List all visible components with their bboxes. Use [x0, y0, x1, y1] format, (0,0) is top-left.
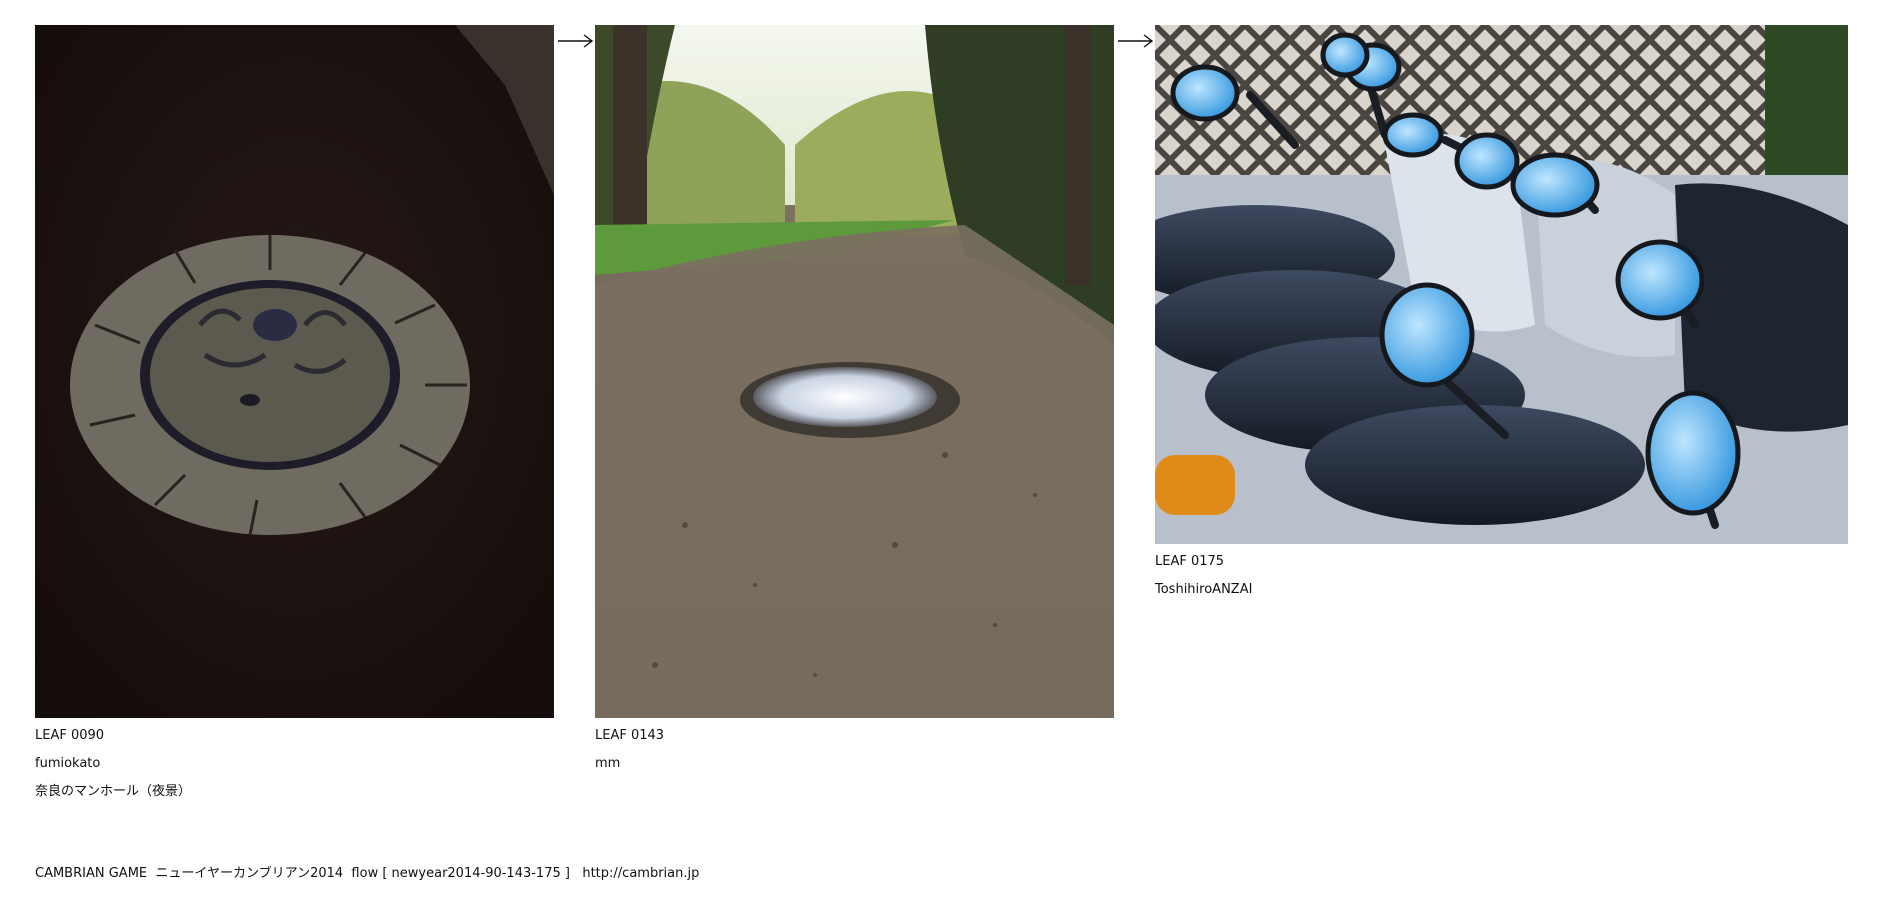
footer: CAMBRIAN GAME ニューイヤーカンブリアン2014 flow [ ne… — [35, 866, 699, 882]
footer-text: CAMBRIAN GAME ニューイヤーカンブリアン2014 flow [ ne… — [35, 866, 583, 881]
manhole-night-image — [35, 25, 554, 718]
leaf-id-label: LEAF 0143 — [595, 728, 665, 743]
leaf-author[interactable]: mm — [595, 756, 620, 772]
puddle-path-image — [595, 25, 1114, 718]
scooter-mirrors-image — [1155, 25, 1848, 544]
leaf-author[interactable]: ToshihiroANZAI — [1155, 582, 1252, 598]
leaf-0143-photo[interactable] — [595, 25, 1114, 718]
leaf-author[interactable]: fumiokato — [35, 756, 100, 772]
leaf-0175-photo[interactable] — [1155, 25, 1848, 544]
arrow-right-icon — [1118, 34, 1154, 48]
footer-link[interactable]: http://cambrian.jp — [582, 866, 699, 881]
arrow-right-icon — [558, 34, 594, 48]
leaf-id-label: LEAF 0090 — [35, 728, 105, 743]
leaf-id-label: LEAF 0175 — [1155, 554, 1225, 569]
leaf-0090-photo[interactable] — [35, 25, 554, 718]
leaf-title: 奈良のマンホール（夜景） — [35, 784, 192, 799]
